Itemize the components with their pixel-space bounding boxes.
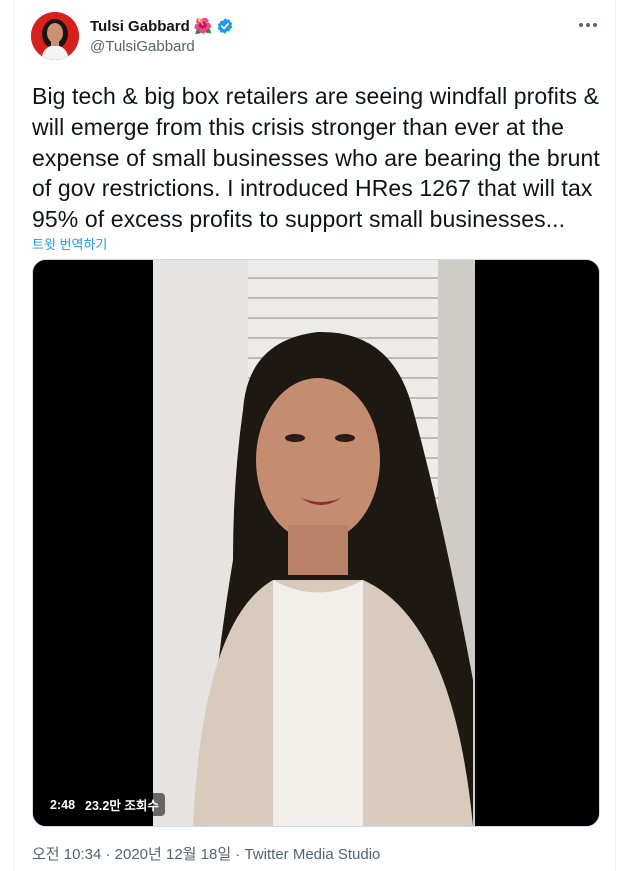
tweet-source[interactable]: Twitter Media Studio	[244, 846, 380, 863]
tweet-text: Big tech & big box retailers are seeing …	[32, 83, 600, 233]
video-duration: 2:48	[50, 797, 76, 812]
tweet-card: Tulsi Gabbard 🌺 @TulsiGabbard Big tech &…	[13, 0, 616, 871]
author-name[interactable]: Tulsi Gabbard	[90, 18, 190, 35]
tweet-footer: 오전 10:34 · 2020년 12월 18일 · Twitter Media…	[32, 843, 380, 864]
avatar-image	[31, 12, 79, 60]
video-view-count: 23.2만 조회수	[85, 799, 159, 813]
avatar[interactable]	[31, 12, 79, 60]
footer-separator-2: ·	[235, 846, 241, 863]
video-meta: 2:48 23.2만 조회수	[44, 793, 165, 816]
author-name-row[interactable]: Tulsi Gabbard 🌺	[90, 17, 234, 35]
video-thumbnail	[33, 260, 599, 826]
tweet-time[interactable]: 오전 10:34	[32, 846, 101, 863]
author-handle[interactable]: @TulsiGabbard	[90, 38, 195, 55]
tweet-date[interactable]: 2020년 12월 18일	[115, 846, 231, 863]
more-options-icon[interactable]	[577, 18, 599, 32]
video-player[interactable]: 2:48 23.2만 조회수	[32, 259, 600, 827]
verified-badge-icon	[218, 18, 233, 34]
hibiscus-icon: 🌺	[193, 18, 213, 35]
translate-tweet-link[interactable]: 트윗 번역하기	[32, 234, 107, 253]
footer-separator: ·	[105, 846, 111, 863]
